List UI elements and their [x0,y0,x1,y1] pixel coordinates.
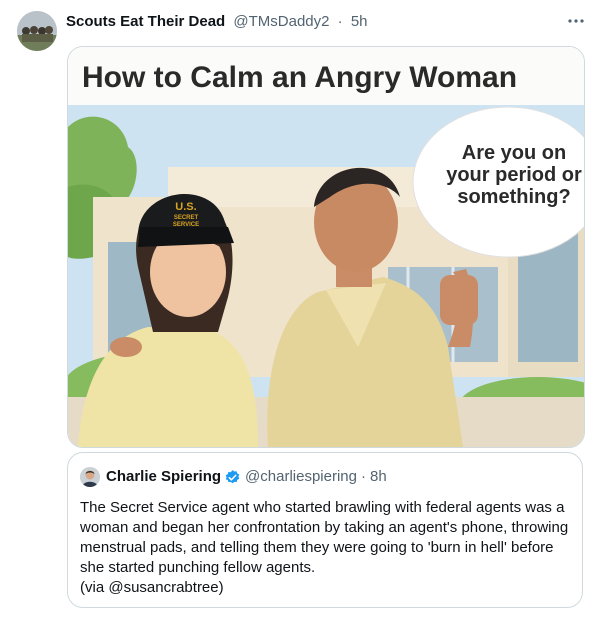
quoted-avatar-icon [80,467,100,487]
author-handle[interactable]: @TMsDaddy2 [233,13,329,30]
speech-line-2: your period or [446,164,582,186]
quoted-author-name[interactable]: Charlie Spiering [106,467,221,487]
cap-text-line3: SERVICE [173,222,199,228]
quoted-separator-dot: · [360,468,366,485]
cap-text-line1: U.S. [175,201,196,213]
author-name[interactable]: Scouts Eat Their Dead [66,13,225,30]
author-avatar[interactable] [17,11,57,51]
quoted-author-handle[interactable]: @charliespiering [245,467,357,487]
quoted-tweet-body: The Secret Service agent who started bra… [80,498,572,598]
quoted-timestamp[interactable]: 8h [370,467,387,487]
avatar-icon [17,11,57,51]
tweet[interactable]: Scouts Eat Their Dead @TMsDaddy2 · 5h Ho… [0,0,605,620]
speech-line-3: something? [457,186,570,208]
meme-image[interactable]: How to Calm an Angry Woman U.S. SECRET S… [67,46,585,448]
speech-line-1: Are you on [462,142,566,164]
quoted-tweet-via[interactable]: (via @susancrabtree) [80,578,572,598]
tweet-timestamp[interactable]: 5h [351,13,368,30]
quoted-tweet[interactable]: Charlie Spiering @charliespiering · 8h T… [67,452,583,608]
quoted-tweet-header: Charlie Spiering @charliespiering · 8h [80,467,387,487]
verified-badge-icon [225,469,240,483]
separator-dot: · [337,13,343,30]
meme-title: How to Calm an Angry Woman [82,61,517,94]
more-icon[interactable] [567,12,585,34]
quoted-tweet-text: The Secret Service agent who started bra… [80,499,569,576]
quoted-author-avatar[interactable] [80,467,100,487]
tweet-header: Scouts Eat Their Dead @TMsDaddy2 · 5h [66,12,593,34]
cap-text-line2: SECRET [174,215,199,221]
meme-illustration: How to Calm an Angry Woman U.S. SECRET S… [68,47,584,447]
